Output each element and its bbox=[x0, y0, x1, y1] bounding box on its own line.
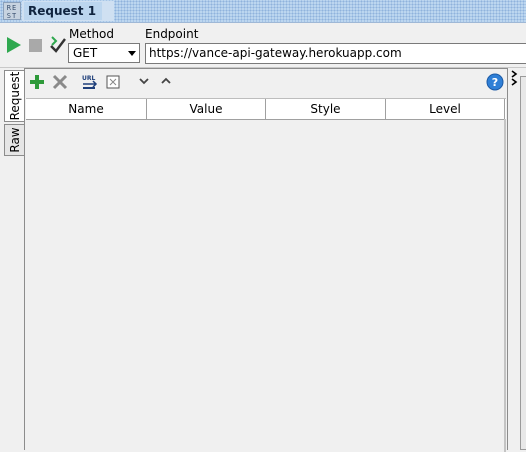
endpoint-label: Endpoint bbox=[145, 27, 199, 41]
params-panel: URL ? Name Value Style Level bbox=[24, 68, 508, 452]
stop-icon[interactable] bbox=[29, 39, 42, 52]
svg-text:?: ? bbox=[492, 76, 498, 89]
plus-icon[interactable] bbox=[29, 74, 45, 90]
tab-request[interactable]: Request bbox=[4, 70, 24, 122]
column-header-name[interactable]: Name bbox=[26, 99, 147, 119]
tab-request-label: Request bbox=[7, 71, 22, 121]
table-header: Name Value Style Level bbox=[26, 99, 506, 120]
url-icon[interactable]: URL bbox=[81, 73, 101, 91]
play-icon[interactable] bbox=[6, 36, 22, 54]
table-right-border bbox=[504, 119, 506, 452]
help-icon[interactable]: ? bbox=[486, 73, 504, 91]
method-label: Method bbox=[69, 27, 115, 41]
dropdown-arrow-icon bbox=[128, 51, 136, 56]
tab-raw-label: Raw bbox=[7, 127, 22, 153]
chevron-down-icon[interactable] bbox=[139, 77, 149, 85]
method-select[interactable]: GET bbox=[68, 43, 140, 63]
request-toolbar: Method Endpoint GET https://vance-api-ga… bbox=[0, 23, 526, 68]
params-table: Name Value Style Level bbox=[26, 98, 506, 452]
chevron-up-icon[interactable] bbox=[161, 77, 171, 85]
check-icon[interactable] bbox=[49, 35, 67, 53]
rest-icon: RE ST bbox=[3, 2, 21, 20]
right-collapse-strip bbox=[508, 68, 526, 450]
double-chevron-icon[interactable] bbox=[510, 70, 519, 86]
column-header-value[interactable]: Value bbox=[147, 99, 266, 119]
endpoint-input[interactable]: https://vance-api-gateway.herokuapp.com bbox=[145, 43, 526, 64]
tab-raw[interactable]: Raw bbox=[4, 124, 24, 156]
column-header-style[interactable]: Style bbox=[266, 99, 386, 119]
editor-title-bar: RE ST Request 1 bbox=[0, 0, 526, 23]
method-select-value: GET bbox=[73, 46, 98, 60]
x-icon[interactable] bbox=[52, 74, 68, 90]
collapsed-panel-edge[interactable] bbox=[520, 76, 526, 450]
side-tabs: Request Raw bbox=[0, 68, 25, 450]
column-header-level[interactable]: Level bbox=[386, 99, 505, 119]
sort-icon[interactable] bbox=[106, 75, 120, 89]
window-title: Request 1 bbox=[24, 2, 103, 20]
